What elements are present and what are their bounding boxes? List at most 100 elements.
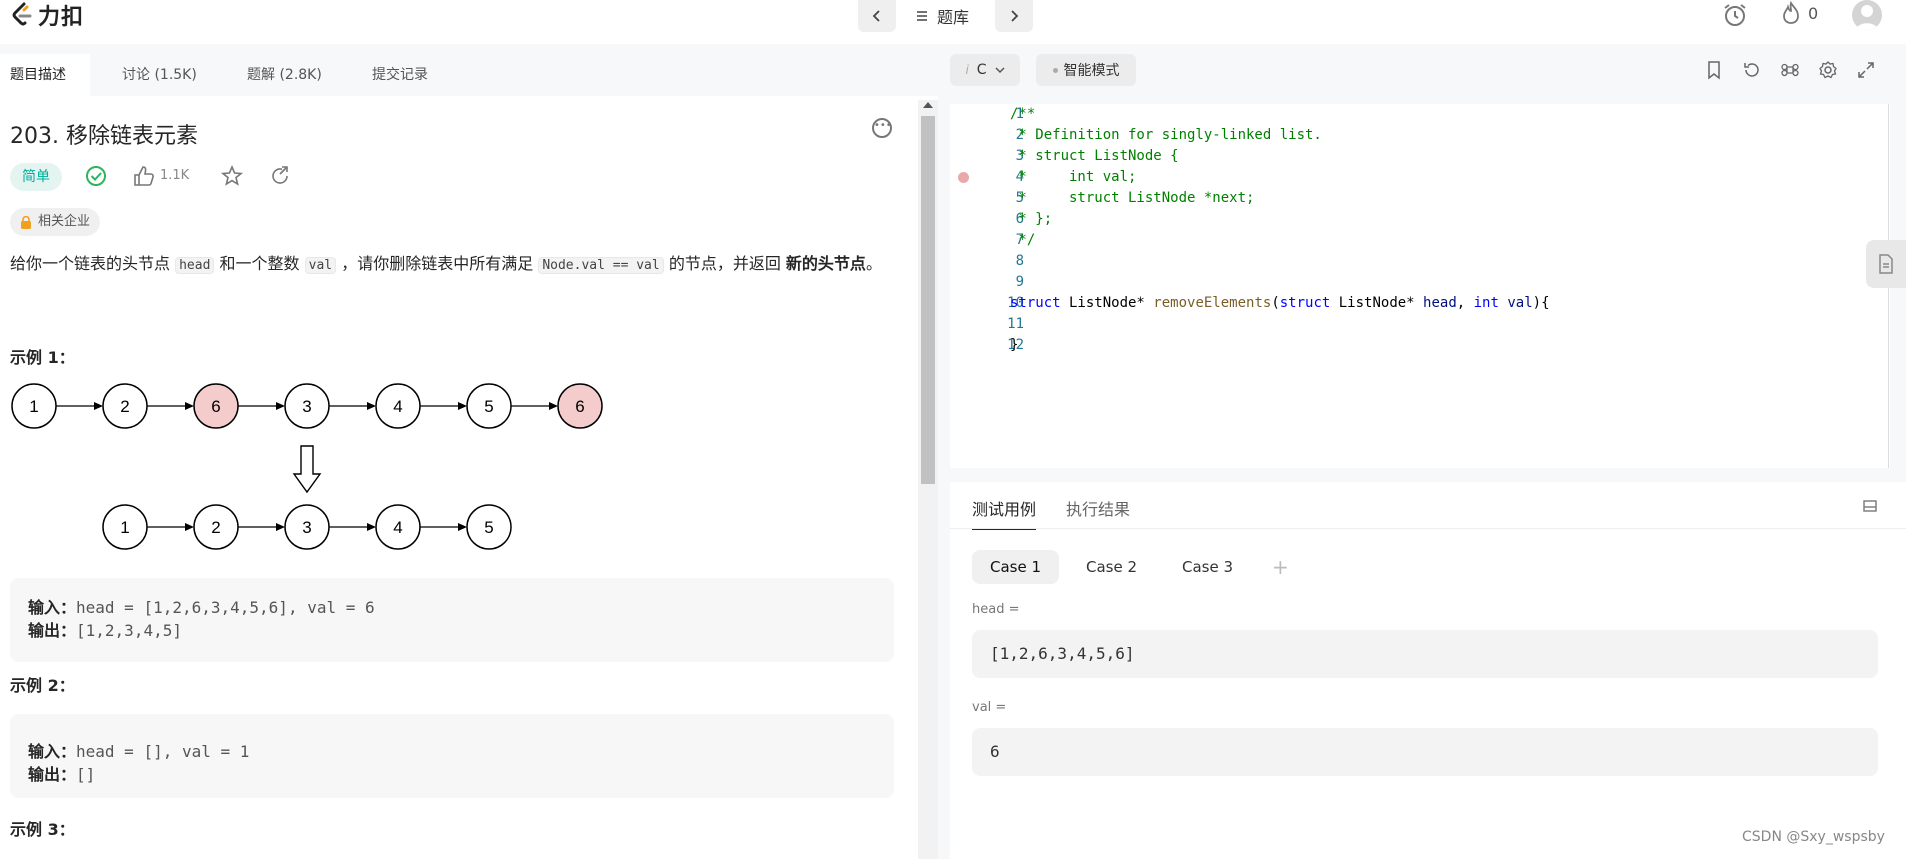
alarm-icon[interactable]: [1722, 2, 1748, 28]
fullscreen-icon[interactable]: [1856, 60, 1876, 80]
language-select[interactable]: i C: [950, 54, 1020, 86]
chevron-down-icon: [995, 67, 1005, 74]
case-1-tab[interactable]: Case 1: [972, 550, 1060, 584]
code-text: * int val;: [1010, 169, 1137, 185]
code-token: struct: [1010, 295, 1061, 311]
side-notes-button[interactable]: [1866, 240, 1906, 288]
code-line: 4 * int val;: [950, 167, 1890, 188]
val-label: val =: [972, 700, 1007, 715]
avatar[interactable]: [1852, 0, 1882, 30]
example-2-label: 示例 2：: [10, 676, 75, 695]
before-list-node-value: 5: [484, 397, 493, 416]
share-icon[interactable]: [268, 164, 292, 188]
code-token: (: [1271, 295, 1280, 311]
streak-button[interactable]: 0: [1780, 1, 1818, 25]
example-1-label: 示例 1：: [10, 348, 75, 367]
before-list-node-value: 4: [393, 397, 402, 416]
like-count: 1.1K: [160, 168, 190, 183]
code-token: ListNode*: [1330, 295, 1424, 311]
tab-discussion[interactable]: 讨论 (1.5K): [122, 54, 197, 96]
next-problem-button[interactable]: [995, 0, 1033, 32]
code-text: struct ListNode* removeElements(struct L…: [1010, 293, 1550, 314]
example-3-label: 示例 3：: [10, 820, 75, 839]
code-line: 2 * Definition for singly-linked list.: [950, 125, 1890, 146]
tab-description[interactable]: 题目描述: [0, 54, 90, 96]
reset-icon[interactable]: [1742, 60, 1762, 80]
example-2-output-label: 输出：: [28, 767, 77, 784]
head-input[interactable]: [1,2,6,3,4,5,6]: [972, 630, 1878, 678]
case-2-tab[interactable]: Case 2: [1068, 550, 1155, 584]
arrow-head: [276, 402, 285, 410]
scroll-thumb[interactable]: [921, 116, 935, 484]
layout-icon[interactable]: [1862, 498, 1878, 514]
problem-bank-button[interactable]: 题库: [915, 4, 969, 28]
scroll-up-arrow-icon[interactable]: [923, 102, 933, 108]
problem-scrollbar[interactable]: [918, 100, 938, 859]
code-text: * };: [1010, 211, 1053, 227]
example-1-box: 输入：head = [1,2,6,3,4,5,6], val = 6 输出：[1…: [10, 578, 894, 662]
val-input[interactable]: 6: [972, 728, 1878, 776]
smart-mode-button[interactable]: 智能模式: [1036, 54, 1136, 86]
code-token: ,: [1456, 295, 1474, 311]
lock-icon: [21, 215, 31, 229]
editor-toolbar: i C 智能模式: [950, 48, 1906, 94]
list-icon: [917, 11, 927, 21]
line-number: 8: [1015, 253, 1024, 269]
down-arrow-icon: [292, 445, 322, 494]
arrow-head: [185, 402, 194, 410]
code-line: 6 * };: [950, 209, 1890, 230]
case-3-tab[interactable]: Case 3: [1164, 550, 1251, 584]
more-options-icon[interactable]: •••: [872, 118, 892, 138]
problem-bank-label: 题库: [937, 8, 970, 27]
code-token: ){: [1532, 295, 1550, 311]
after-list-node-value: 3: [302, 518, 311, 537]
related-companies-button[interactable]: 相关企业: [10, 208, 101, 236]
desc-text-2: 和一个整数: [219, 254, 300, 273]
tab-submissions[interactable]: 提交记录: [372, 54, 428, 96]
avatar-icon: [1856, 5, 1878, 30]
smart-mode-label: 智能模式: [1063, 63, 1120, 79]
desc-text-3: ，请你删除链表中所有满足: [341, 254, 534, 273]
fire-icon: [1783, 1, 1799, 24]
example-2-box: 输入：head = [], val = 1 输出：[]: [10, 714, 894, 798]
chevron-right-icon: [1011, 10, 1019, 22]
code-text: /**: [1010, 106, 1036, 122]
before-list-node-value: 6: [211, 397, 220, 416]
arrow-head: [276, 523, 285, 531]
info-icon: i: [965, 63, 969, 77]
example-1-output: [1,2,3,4,5]: [76, 621, 182, 640]
code-line: 1/**: [950, 104, 1890, 125]
code-editor[interactable]: 1/** 2 * Definition for singly-linked li…: [950, 104, 1890, 468]
star-icon[interactable]: [220, 164, 244, 188]
arrow-head: [367, 402, 376, 410]
code-token: removeElements: [1153, 295, 1272, 311]
add-case-button[interactable]: +: [1254, 550, 1307, 584]
example-2-output: []: [76, 765, 96, 784]
chevron-left-icon: [872, 10, 880, 22]
linked-list-diagram: 1 2 6 3 4 5 6 1 2 3 4 5: [11, 383, 603, 550]
after-list-node-value: 4: [393, 518, 402, 537]
example-2-output-row: 输出：[]: [28, 763, 95, 787]
example-1-input: head = [1,2,6,3,4,5,6], val = 6: [76, 598, 375, 617]
like-icon[interactable]: [132, 164, 156, 188]
code-val: val: [304, 257, 337, 274]
code-line: 8: [950, 251, 1890, 272]
tab-run-result[interactable]: 执行结果: [1066, 496, 1130, 520]
problem-tabs: 题目描述 讨论 (1.5K) 题解 (2.8K) 提交记录: [0, 54, 938, 96]
before-list-node-value: 3: [302, 397, 311, 416]
code-line: 11: [950, 314, 1890, 335]
tab-solutions[interactable]: 题解 (2.8K): [247, 54, 322, 96]
prev-problem-button[interactable]: [858, 0, 896, 32]
watermark: CSDN @Sxy_wspsby: [1742, 829, 1885, 845]
bookmark-icon[interactable]: [1704, 60, 1724, 80]
code-head: head: [175, 257, 215, 274]
head-label: head =: [972, 602, 1020, 617]
example-1-output-row: 输出：[1,2,3,4,5]: [28, 619, 182, 643]
logo[interactable]: 力扣: [10, 0, 84, 30]
example-2-input-label: 输入：: [28, 744, 77, 761]
settings-icon[interactable]: [1818, 60, 1838, 80]
shortcut-icon[interactable]: [1780, 60, 1800, 80]
test-panel: 测试用例 执行结果 Case 1 Case 2 Case 3 + head = …: [950, 482, 1906, 859]
tab-test-cases[interactable]: 测试用例: [972, 496, 1037, 530]
problem-panel: 题目描述 讨论 (1.5K) 题解 (2.8K) 提交记录 203. 移除链表元…: [0, 54, 938, 859]
